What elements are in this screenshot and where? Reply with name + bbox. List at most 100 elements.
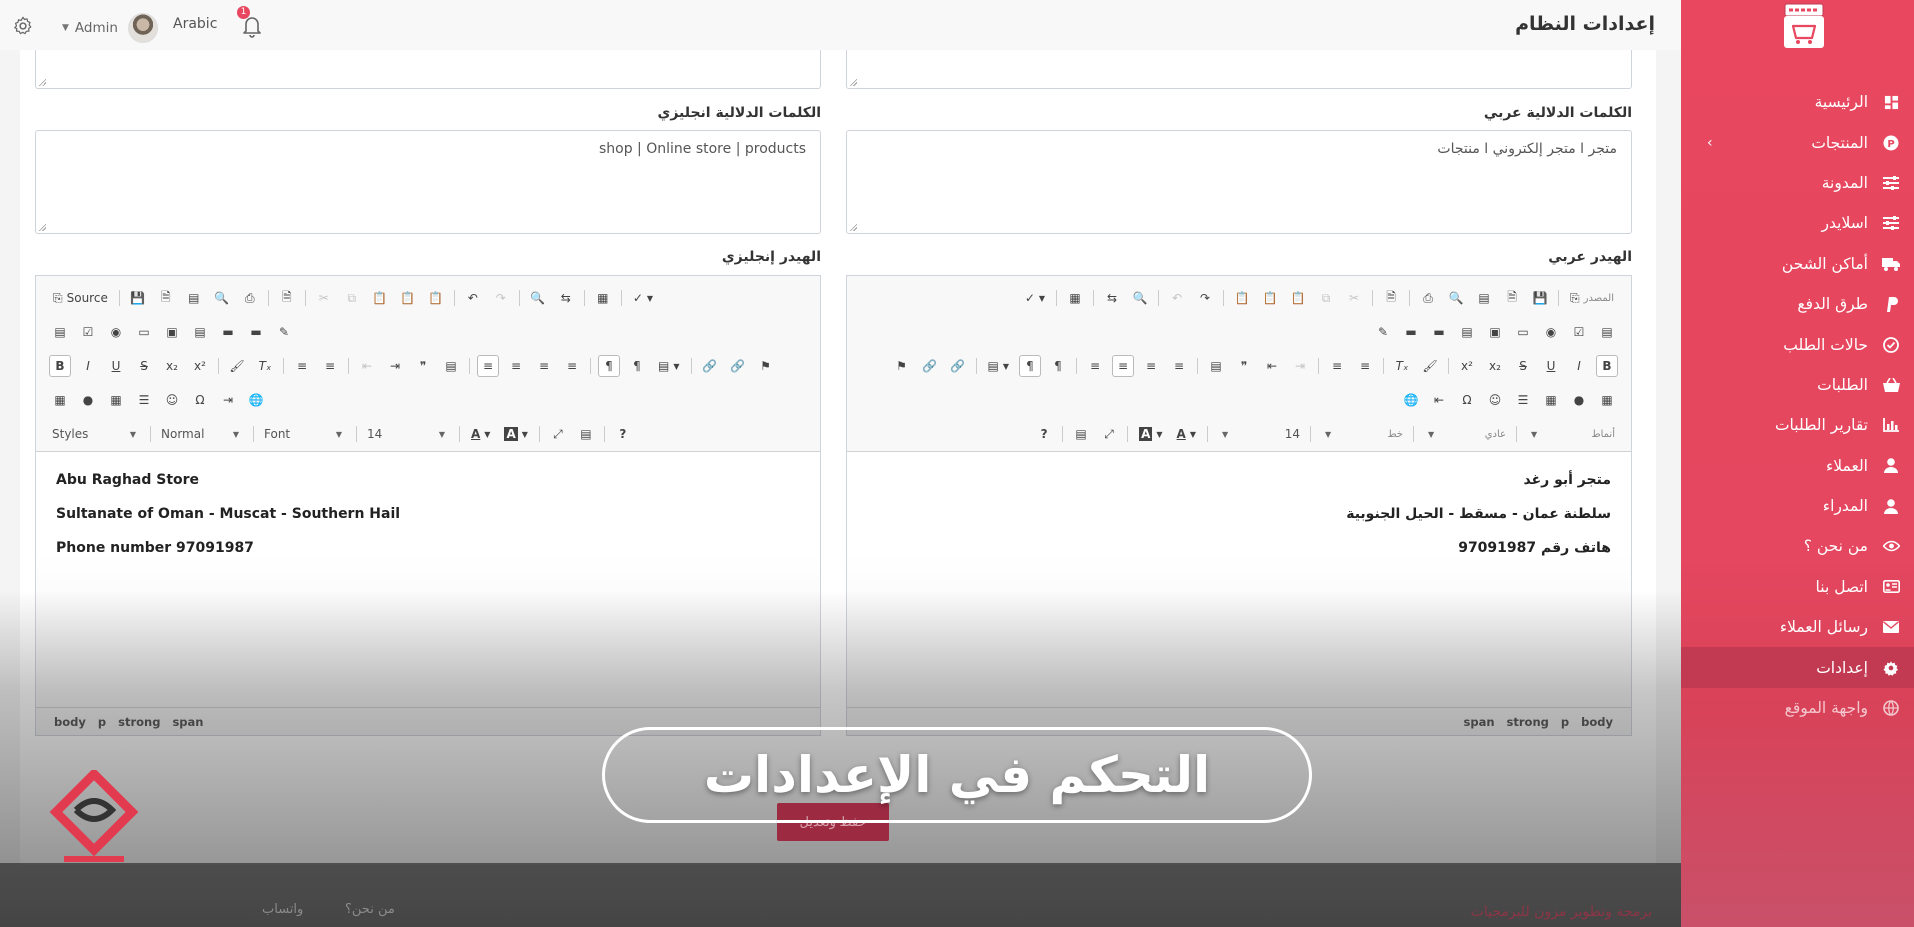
help-icon[interactable]: ? xyxy=(612,423,634,445)
print-icon[interactable]: ⎙ xyxy=(1417,287,1439,309)
copy-icon[interactable]: ⧉ xyxy=(1315,287,1337,309)
superscript-icon[interactable]: x² xyxy=(1456,355,1478,377)
strike-icon[interactable]: S xyxy=(1512,355,1534,377)
smiley-icon[interactable]: ☺ xyxy=(1484,389,1506,411)
flash-icon[interactable]: ● xyxy=(1568,389,1590,411)
remove-format-icon[interactable]: Tₓ xyxy=(254,355,276,377)
bold-icon[interactable]: B xyxy=(1596,355,1618,377)
iframe-icon[interactable]: 🌐 xyxy=(1400,389,1422,411)
path-item[interactable]: strong xyxy=(118,715,160,729)
save-icon[interactable]: 💾 xyxy=(1529,287,1551,309)
sidebar-item-contact[interactable]: اتصل بنا xyxy=(1681,567,1914,607)
underline-icon[interactable]: U xyxy=(1540,355,1562,377)
path-item[interactable]: body xyxy=(54,715,86,729)
footer-link-about[interactable]: من نحن؟ xyxy=(345,902,395,917)
bulleted-list-icon[interactable]: ≡ xyxy=(1326,355,1348,377)
subscript-icon[interactable]: x₂ xyxy=(1484,355,1506,377)
button-icon[interactable]: ▬ xyxy=(217,321,239,343)
align-right-icon[interactable]: ≡ xyxy=(1112,355,1134,377)
ltr-icon[interactable]: ¶ xyxy=(1047,355,1069,377)
replace-icon[interactable]: ⇆ xyxy=(1101,287,1123,309)
rtl-icon[interactable]: ¶ xyxy=(1019,355,1041,377)
pdf-icon[interactable]: ▤ xyxy=(1473,287,1495,309)
textarea-above-en[interactable] xyxy=(35,50,821,89)
checkbox-icon[interactable]: ☑ xyxy=(77,321,99,343)
link-icon[interactable]: 🔗 xyxy=(699,355,721,377)
format-select[interactable]: عادي ▼ xyxy=(1422,423,1512,445)
select-icon[interactable]: ▤ xyxy=(189,321,211,343)
unlink-icon[interactable]: 🔗 xyxy=(727,355,749,377)
new-page-icon[interactable]: 🗎 xyxy=(155,287,177,309)
font-select[interactable]: Font ▼ xyxy=(258,423,348,445)
anchor-icon[interactable]: ⚑ xyxy=(891,355,913,377)
bg-color-icon[interactable]: A ▼ xyxy=(500,423,531,445)
indent-icon[interactable]: ⇥ xyxy=(384,355,406,377)
font-select[interactable]: خط ▼ xyxy=(1319,423,1409,445)
copy-format-icon[interactable]: 🖌 xyxy=(226,355,248,377)
numbered-list-icon[interactable]: ≡ xyxy=(1354,355,1376,377)
button-icon[interactable]: ▬ xyxy=(1428,321,1450,343)
templates-icon[interactable]: 🗎 xyxy=(1380,287,1402,309)
source-button[interactable]: ⎘ Source xyxy=(49,287,112,309)
remove-format-icon[interactable]: Tₓ xyxy=(1391,355,1413,377)
user-menu[interactable]: ▼ Admin xyxy=(62,13,158,43)
pdf-icon[interactable]: ▤ xyxy=(183,287,205,309)
align-center-icon[interactable]: ≡ xyxy=(1140,355,1162,377)
copy-icon[interactable]: ⧉ xyxy=(341,287,363,309)
redo-icon[interactable]: ↷ xyxy=(490,287,512,309)
resize-grip-icon[interactable] xyxy=(849,223,857,231)
language-icon[interactable]: ▤ ▼ xyxy=(654,355,684,377)
styles-select[interactable]: أنماط ▼ xyxy=(1525,423,1621,445)
paste-text-icon[interactable]: 📋 xyxy=(397,287,419,309)
iframe-icon[interactable]: 🌐 xyxy=(245,389,267,411)
link-icon[interactable]: 🔗 xyxy=(947,355,969,377)
text-color-icon[interactable]: A ▼ xyxy=(467,423,494,445)
page-break-icon[interactable]: ⇥ xyxy=(217,389,239,411)
sidebar-item-messages[interactable]: رسائل العملاء xyxy=(1681,607,1914,647)
help-icon[interactable]: ? xyxy=(1033,423,1055,445)
textarea-icon[interactable]: ▣ xyxy=(1484,321,1506,343)
sidebar-item-reports[interactable]: تقارير الطلبات xyxy=(1681,405,1914,445)
editor-content[interactable]: متجر أبو رغد سلطنة عمان - مسقط - الحيل ا… xyxy=(847,452,1631,707)
textarea-icon[interactable]: ▣ xyxy=(161,321,183,343)
undo-icon[interactable]: ↷ xyxy=(1194,287,1216,309)
div-icon[interactable]: ▤ xyxy=(440,355,462,377)
path-item[interactable]: strong xyxy=(1507,715,1549,729)
source-button[interactable]: ⎘ المصدر xyxy=(1566,287,1618,309)
table-icon[interactable]: ▦ xyxy=(105,389,127,411)
resize-grip-icon[interactable] xyxy=(849,78,857,86)
image-icon[interactable]: ▦ xyxy=(49,389,71,411)
table-icon[interactable]: ▦ xyxy=(1540,389,1562,411)
numbered-list-icon[interactable]: ≡ xyxy=(291,355,313,377)
find-icon[interactable]: 🔍 xyxy=(527,287,549,309)
underline-icon[interactable]: U xyxy=(105,355,127,377)
textfield-icon[interactable]: ▭ xyxy=(1512,321,1534,343)
textfield-icon[interactable]: ▭ xyxy=(133,321,155,343)
resize-grip-icon[interactable] xyxy=(38,78,46,86)
italic-icon[interactable]: I xyxy=(1568,355,1590,377)
sidebar-item-blog[interactable]: المدونة xyxy=(1681,163,1914,203)
resize-grip-icon[interactable] xyxy=(38,223,46,231)
paste-word-icon[interactable]: 📋 xyxy=(1231,287,1253,309)
preview-icon[interactable]: 🔍 xyxy=(1445,287,1467,309)
editor-content[interactable]: Abu Raghad Store Sultanate of Oman - Mus… xyxy=(36,452,820,707)
sidebar-item-orders[interactable]: الطلبات xyxy=(1681,365,1914,405)
redo-icon[interactable]: ↶ xyxy=(1166,287,1188,309)
select-all-icon[interactable]: ▦ xyxy=(1064,287,1086,309)
new-page-icon[interactable]: 🗎 xyxy=(1501,287,1523,309)
sidebar-item-payment[interactable]: طرق الدفع xyxy=(1681,284,1914,324)
select-all-icon[interactable]: ▦ xyxy=(592,287,614,309)
language-switch[interactable]: Arabic xyxy=(173,16,217,32)
spellcheck-icon[interactable]: ✓ ▼ xyxy=(1021,287,1049,309)
format-select[interactable]: Normal ▼ xyxy=(155,423,245,445)
footer-link-whatsapp[interactable]: واتساب xyxy=(262,902,303,917)
select-icon[interactable]: ▤ xyxy=(1456,321,1478,343)
radio-icon[interactable]: ◉ xyxy=(105,321,127,343)
anchor-icon[interactable]: ⚑ xyxy=(755,355,777,377)
special-char-icon[interactable]: Ω xyxy=(1456,389,1478,411)
paste-icon[interactable]: 📋 xyxy=(369,287,391,309)
form-icon[interactable]: ▤ xyxy=(49,321,71,343)
bold-icon[interactable]: B xyxy=(49,355,71,377)
align-left-icon[interactable]: ≡ xyxy=(477,355,499,377)
path-item[interactable]: span xyxy=(1464,715,1495,729)
